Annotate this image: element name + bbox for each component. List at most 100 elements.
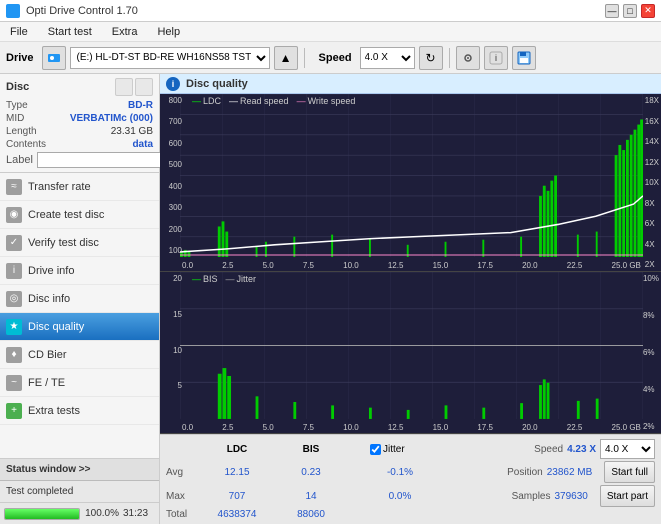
chart2-container: 20 15 10 5 — BIS — Jitter [160, 272, 661, 434]
legend-read-speed: — Read speed [229, 96, 289, 106]
avg-ldc: 12.15 [202, 467, 272, 478]
bis-header: BIS [276, 444, 346, 455]
stats-total-row: Total 4638374 88060 [166, 509, 655, 520]
nav-item-verify-test-disc[interactable]: ✓ Verify test disc [0, 229, 159, 257]
nav-item-transfer-rate[interactable]: ≈ Transfer rate [0, 173, 159, 201]
disc-label-label: Label [6, 154, 33, 166]
maximize-button[interactable]: □ [623, 4, 637, 18]
chart2-y-left: 20 15 10 5 [162, 272, 182, 419]
menu-bar: File Start test Extra Help [0, 22, 661, 42]
status-text: Test completed [6, 486, 153, 497]
stats-area: LDC BIS Jitter Speed 4.23 X 4.0 X [160, 434, 661, 524]
total-label: Total [166, 509, 198, 520]
start-part-button[interactable]: Start part [600, 485, 655, 507]
disc-btn-2[interactable] [135, 78, 153, 96]
menu-extra[interactable]: Extra [108, 26, 142, 38]
app-title: Opti Drive Control 1.70 [26, 5, 138, 17]
nav-label-create-test-disc: Create test disc [28, 209, 104, 221]
nav-item-drive-info[interactable]: i Drive info [0, 257, 159, 285]
nav-label-cd-bier: CD Bier [28, 349, 67, 361]
nav-item-extra-tests[interactable]: + Extra tests [0, 397, 159, 425]
chart2-legend: — BIS — Jitter [164, 274, 256, 284]
nav-item-create-test-disc[interactable]: ◉ Create test disc [0, 201, 159, 229]
legend-bis: — BIS [192, 274, 218, 284]
toolbar-separator2 [449, 48, 450, 68]
title-bar-left: Opti Drive Control 1.70 [6, 4, 138, 18]
charts-area: 800 700 600 500 400 300 200 100 — LDC [160, 94, 661, 434]
app-icon [6, 4, 20, 18]
speed-stat-select[interactable]: 4.0 X [600, 439, 655, 459]
avg-label: Avg [166, 467, 198, 478]
status-window-button[interactable]: Status window >> [0, 458, 159, 480]
menu-start-test[interactable]: Start test [44, 26, 96, 38]
disc-length-value: 23.31 GB [111, 126, 153, 137]
start-full-button[interactable]: Start full [604, 461, 655, 483]
total-ldc: 4638374 [202, 509, 272, 520]
eject-button[interactable]: ▲ [274, 46, 298, 70]
legend-ldc: — LDC [192, 96, 221, 106]
progress-percent: 100.0% [84, 508, 119, 519]
save-btn[interactable] [512, 46, 536, 70]
right-panel: i Disc quality 800 700 600 500 400 300 2… [160, 74, 661, 524]
chart1-legend: — LDC — Read speed — Write speed [164, 96, 355, 106]
jitter-check-label: Jitter [383, 444, 405, 455]
nav-label-extra-tests: Extra tests [28, 405, 80, 417]
drive-select[interactable]: (E:) HL-DT-ST BD-RE WH16NS58 TST4 [70, 47, 270, 69]
speed-label: Speed [319, 52, 352, 64]
chart1-x-axis: 0.02.55.07.5 10.012.515.017.5 20.022.525… [182, 261, 641, 270]
nav-label-drive-info: Drive info [28, 265, 74, 277]
verify-test-disc-icon: ✓ [6, 235, 22, 251]
nav-label-fe-te: FE / TE [28, 377, 65, 389]
disc-mid-value: VERBATIMc (000) [70, 113, 153, 124]
samples-label: Samples [512, 491, 551, 502]
drive-icon-btn[interactable] [42, 46, 66, 70]
nav-item-cd-bier[interactable]: ♦ CD Bier [0, 341, 159, 369]
menu-file[interactable]: File [6, 26, 32, 38]
status-time: 31:23 [123, 508, 155, 519]
chart1-y-left: 800 700 600 500 400 300 200 100 [162, 94, 182, 257]
nav-item-fe-te[interactable]: ~ FE / TE [0, 369, 159, 397]
avg-bis: 0.23 [276, 467, 346, 478]
samples-value: 379630 [554, 491, 587, 502]
jitter-checkbox[interactable] [370, 444, 381, 455]
avg-jitter: -0.1% [370, 467, 430, 478]
title-bar: Opti Drive Control 1.70 — □ ✕ [0, 0, 661, 22]
minimize-button[interactable]: — [605, 4, 619, 18]
disc-length-label: Length [6, 126, 37, 137]
progress-fill [5, 509, 79, 519]
disc-contents-value: data [132, 139, 153, 150]
toolbar: Drive (E:) HL-DT-ST BD-RE WH16NS58 TST4 … [0, 42, 661, 74]
chart1-container: 800 700 600 500 400 300 200 100 — LDC [160, 94, 661, 272]
close-button[interactable]: ✕ [641, 4, 655, 18]
progress-bar [4, 508, 80, 520]
disc-quality-header-icon: i [166, 77, 180, 91]
settings-btn[interactable] [456, 46, 480, 70]
max-label: Max [166, 491, 198, 502]
toolbar-separator [304, 48, 305, 68]
info-btn[interactable]: i [484, 46, 508, 70]
drive-label: Drive [6, 52, 34, 64]
legend-jitter: — Jitter [226, 274, 257, 284]
total-bis: 88060 [276, 509, 346, 520]
disc-type-row: Type BD-R [6, 100, 153, 111]
disc-label-input[interactable] [37, 152, 175, 168]
disc-mid-label: MID [6, 113, 24, 124]
menu-help[interactable]: Help [153, 26, 184, 38]
nav-item-disc-info[interactable]: ◎ Disc info [0, 285, 159, 313]
cd-bier-icon: ♦ [6, 347, 22, 363]
stats-header-row: LDC BIS Jitter Speed 4.23 X 4.0 X [166, 439, 655, 459]
nav-item-disc-quality[interactable]: ★ Disc quality [0, 313, 159, 341]
stats-max-row: Max 707 14 0.0% Samples 379630 Start par… [166, 485, 655, 507]
max-bis: 14 [276, 491, 346, 502]
speed-refresh-btn[interactable]: ↻ [419, 46, 443, 70]
disc-action-icons [115, 78, 153, 96]
disc-contents-row: Contents data [6, 139, 153, 150]
nav-label-disc-quality: Disc quality [28, 321, 84, 333]
disc-type-label: Type [6, 100, 28, 111]
speed-select[interactable]: 4.0 X [360, 47, 415, 69]
chart1-svg [180, 94, 643, 257]
title-bar-controls: — □ ✕ [605, 4, 655, 18]
disc-type-value: BD-R [128, 100, 153, 111]
disc-btn-1[interactable] [115, 78, 133, 96]
extra-tests-icon: + [6, 403, 22, 419]
